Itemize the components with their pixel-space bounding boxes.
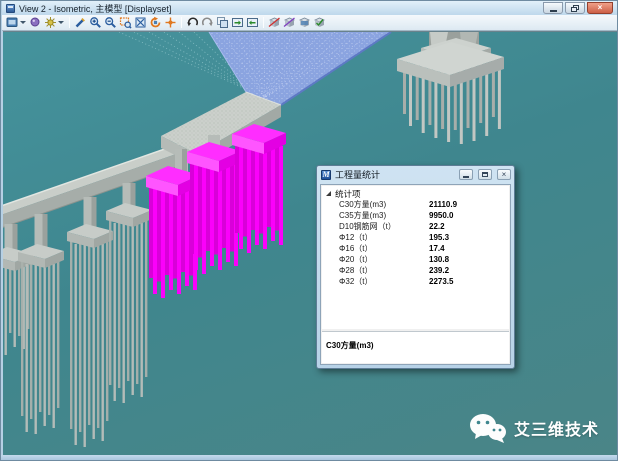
restore-button[interactable]	[565, 2, 585, 14]
window-frame	[1, 455, 617, 460]
dropdown-caret-icon[interactable]	[58, 21, 64, 24]
pan-view-icon[interactable]	[163, 16, 178, 30]
stat-value: 17.4	[429, 244, 509, 253]
stat-row[interactable]: C35方量(m3)9950.0	[322, 210, 509, 221]
dialog-minimize-button[interactable]	[459, 169, 473, 180]
model-viewport[interactable]: 艾三维技术 M 工程量统计 × 统计项 C30方量(m3)21110.9 C35…	[3, 31, 617, 456]
stat-label: C30方量(m3)	[339, 199, 429, 210]
window-titlebar[interactable]: View 2 - Isometric, 主模型 [Displayset]	[2, 1, 618, 15]
copy-view-icon[interactable]	[215, 16, 230, 30]
description-panel: C30方量(m3)	[322, 331, 509, 363]
close-button[interactable]: ×	[587, 2, 613, 14]
view-toolbar	[2, 15, 618, 31]
view-display-mode-icon[interactable]	[5, 16, 20, 30]
minimize-icon	[550, 10, 557, 12]
rotate-view-icon[interactable]	[148, 16, 163, 30]
stat-value: 239.2	[429, 266, 509, 275]
stat-row[interactable]: C30方量(m3)21110.9	[322, 199, 509, 210]
stat-row[interactable]: Φ20（t）130.8	[322, 254, 509, 265]
stat-value: 130.8	[429, 255, 509, 264]
clip-back-icon[interactable]	[312, 16, 327, 30]
minimize-icon	[463, 176, 469, 178]
stat-label: Φ16（t）	[339, 243, 429, 254]
stat-row[interactable]: Φ28（t）239.2	[322, 265, 509, 276]
dialog-close-button[interactable]: ×	[497, 169, 511, 180]
expander-icon[interactable]	[326, 191, 331, 196]
app-icon	[6, 4, 15, 13]
zoom-out-icon[interactable]	[103, 16, 118, 30]
window-title: View 2 - Isometric, 主模型 [Displayset]	[19, 2, 171, 15]
fit-view-icon[interactable]	[133, 16, 148, 30]
view-next-icon[interactable]	[200, 16, 215, 30]
stat-label: Φ28（t）	[339, 265, 429, 276]
view-setup-2-icon[interactable]	[245, 16, 260, 30]
zoom-in-icon[interactable]	[88, 16, 103, 30]
toolbar-separator	[263, 17, 264, 28]
toolbar-separator	[69, 17, 70, 28]
tree-root-row[interactable]: 统计项	[322, 186, 509, 199]
update-view-icon[interactable]	[73, 16, 88, 30]
stat-label: Φ32（t）	[339, 276, 429, 287]
window-area-icon[interactable]	[118, 16, 133, 30]
stat-label: Φ12（t）	[339, 232, 429, 243]
bridge-3d-model	[3, 32, 617, 456]
watermark: 艾三维技术	[469, 412, 599, 444]
clip-mask-icon[interactable]	[282, 16, 297, 30]
stat-label: D10钢筋网（t）	[339, 221, 429, 232]
stat-value: 21110.9	[429, 200, 509, 209]
toolbar-separator	[181, 17, 182, 28]
stat-label: Φ20（t）	[339, 254, 429, 265]
clip-front-icon[interactable]	[297, 16, 312, 30]
view-setup-1-icon[interactable]	[230, 16, 245, 30]
presentation-icon[interactable]	[28, 16, 43, 30]
stat-row[interactable]: Φ16（t）17.4	[322, 243, 509, 254]
microstation-icon: M	[321, 170, 331, 180]
restore-icon	[571, 5, 579, 12]
wechat-icon	[469, 412, 507, 444]
dropdown-caret-icon[interactable]	[20, 21, 26, 24]
dialog-body: 统计项 C30方量(m3)21110.9 C35方量(m3)9950.0 D10…	[320, 184, 511, 365]
application-window: View 2 - Isometric, 主模型 [Displayset] ×	[0, 0, 618, 461]
clip-volume-icon[interactable]	[267, 16, 282, 30]
statistics-list[interactable]: 统计项 C30方量(m3)21110.9 C35方量(m3)9950.0 D10…	[322, 186, 509, 329]
description-label: C30方量(m3)	[326, 341, 374, 350]
maximize-icon	[482, 172, 488, 177]
stat-row[interactable]: Φ32（t）2273.5	[322, 276, 509, 287]
window-controls: ×	[543, 2, 613, 14]
tree-root-label: 统计项	[335, 188, 361, 200]
stat-value: 22.2	[429, 222, 509, 231]
view-previous-icon[interactable]	[185, 16, 200, 30]
dialog-titlebar[interactable]: M 工程量统计 ×	[317, 166, 514, 182]
dialog-maximize-button[interactable]	[478, 169, 492, 180]
minimize-button[interactable]	[543, 2, 563, 14]
stat-value: 9950.0	[429, 211, 509, 220]
dialog-title: 工程量统计	[335, 168, 454, 181]
stat-value: 2273.5	[429, 277, 509, 286]
stat-row[interactable]: D10钢筋网（t）22.2	[322, 221, 509, 232]
adjust-brightness-icon[interactable]	[43, 16, 58, 30]
stat-value: 195.3	[429, 233, 509, 242]
stat-row[interactable]: Φ12（t）195.3	[322, 232, 509, 243]
watermark-text: 艾三维技术	[514, 416, 599, 440]
quantity-dialog: M 工程量统计 × 统计项 C30方量(m3)21110.9 C35方量(m3)…	[316, 165, 515, 369]
stat-label: C35方量(m3)	[339, 210, 429, 221]
